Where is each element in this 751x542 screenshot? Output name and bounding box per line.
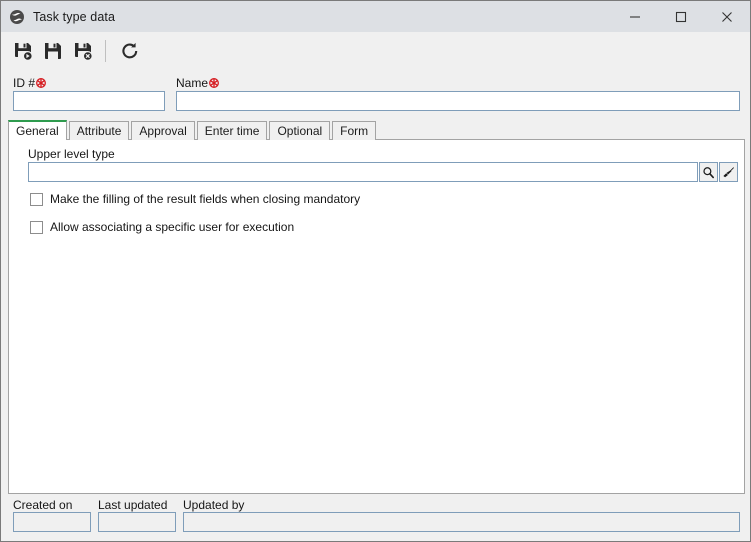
window-controls — [612, 1, 750, 32]
window-title: Task type data — [33, 9, 116, 24]
name-field-label: Name — [176, 76, 219, 90]
tab-strip: General Attribute Approval Enter time Op… — [8, 120, 377, 140]
tab-label: Enter time — [204, 124, 260, 138]
tab-optional[interactable]: Optional — [269, 121, 331, 140]
updated-by-label: Updated by — [183, 498, 245, 512]
checkbox-row-mandatory-result-fields[interactable]: Make the filling of the result fields wh… — [30, 192, 360, 206]
toolbar — [1, 32, 750, 70]
checkbox-allow-specific-user[interactable] — [30, 220, 43, 234]
last-updated-input[interactable] — [98, 512, 176, 532]
tab-label: Attribute — [76, 124, 122, 138]
checkbox-row-allow-specific-user[interactable]: Allow associating a specific user for ex… — [30, 220, 294, 234]
tab-label: Optional — [277, 124, 323, 138]
toolbar-separator — [105, 40, 106, 62]
checkbox-mandatory-result-fields[interactable] — [30, 192, 43, 206]
close-icon[interactable] — [704, 1, 750, 32]
task-type-data-window: Task type data ID # Name General Attribu… — [0, 0, 751, 542]
minimize-icon[interactable] — [612, 1, 658, 32]
tab-enter-time[interactable]: Enter time — [196, 121, 268, 140]
globe-icon — [9, 9, 25, 25]
brush-icon[interactable] — [719, 162, 738, 182]
id-field-label: ID # — [13, 76, 46, 90]
header-fields: ID # Name — [1, 70, 750, 111]
required-marker-icon — [36, 78, 46, 88]
magnifier-icon[interactable] — [699, 162, 718, 182]
tab-approval[interactable]: Approval — [131, 121, 195, 140]
updated-by-input[interactable] — [183, 512, 740, 532]
footer-metadata: Created on Last updated Updated by — [1, 498, 750, 541]
save-and-new-button[interactable] — [8, 36, 38, 66]
created-on-label: Created on — [13, 498, 73, 512]
save-and-close-button[interactable] — [68, 36, 98, 66]
upper-level-type-actions — [699, 162, 738, 182]
checkbox-label: Allow associating a specific user for ex… — [50, 220, 295, 234]
created-on-input[interactable] — [13, 512, 91, 532]
name-input[interactable] — [176, 91, 740, 111]
tab-general[interactable]: General — [8, 120, 67, 140]
refresh-button[interactable] — [115, 36, 145, 66]
tab-attribute[interactable]: Attribute — [68, 121, 130, 140]
tab-label: Approval — [139, 124, 187, 138]
tab-label: Form — [340, 124, 369, 138]
general-tab-panel: Upper level type Make the filling of the… — [8, 139, 745, 494]
tab-form[interactable]: Form — [332, 121, 377, 140]
required-marker-icon — [209, 78, 219, 88]
save-button[interactable] — [38, 36, 68, 66]
upper-level-type-input[interactable] — [28, 162, 698, 182]
titlebar: Task type data — [1, 1, 750, 32]
checkbox-label: Make the filling of the result fields wh… — [50, 192, 361, 206]
tab-label: General — [16, 123, 59, 138]
upper-level-type-label: Upper level type — [28, 147, 115, 161]
maximize-icon[interactable] — [658, 1, 704, 32]
id-input[interactable] — [13, 91, 165, 111]
last-updated-label: Last updated — [98, 498, 168, 512]
